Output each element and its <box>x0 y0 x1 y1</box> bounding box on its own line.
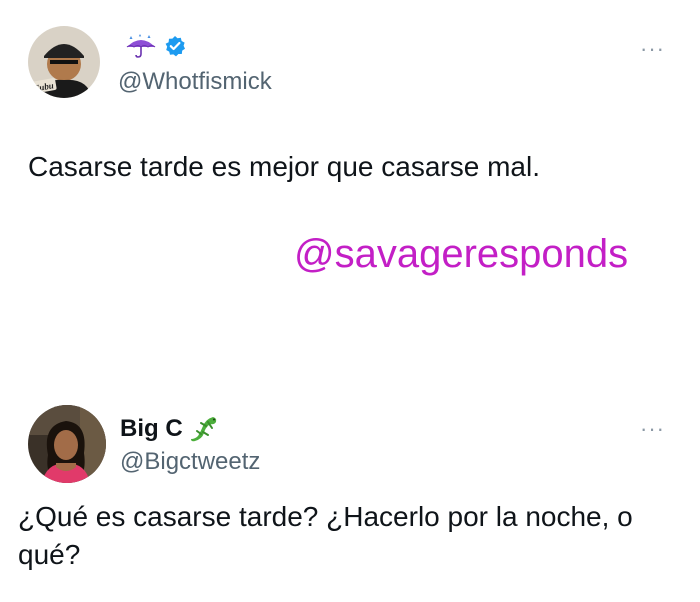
lizard-icon <box>189 414 219 444</box>
tweet-reply: Big C @Bigctweetz ··· ¿Qué es casarse ta… <box>0 370 700 602</box>
tweet-original: Fubu @Whotfismick ··· Casarse tarde es m… <box>0 0 700 370</box>
username-handle[interactable]: @Bigctweetz <box>120 448 260 476</box>
verified-badge-icon <box>164 35 186 57</box>
more-options-icon[interactable]: ··· <box>640 38 665 60</box>
tweet-text: Casarse tarde es mejor que casarse mal. <box>28 151 540 182</box>
name-row <box>118 34 186 58</box>
more-options-icon[interactable]: ··· <box>640 418 665 440</box>
watermark: @savageresponds <box>294 232 629 276</box>
avatar[interactable]: Fubu <box>28 26 100 98</box>
username-handle[interactable]: @Whotfismick <box>118 68 272 96</box>
name-row: Big C <box>120 414 219 444</box>
tweet-text: ¿Qué es casarse tarde? ¿Hacerlo por la n… <box>18 501 633 570</box>
avatar[interactable] <box>28 405 106 483</box>
umbrella-rain-icon <box>124 34 158 58</box>
display-name[interactable]: Big C <box>120 415 183 443</box>
